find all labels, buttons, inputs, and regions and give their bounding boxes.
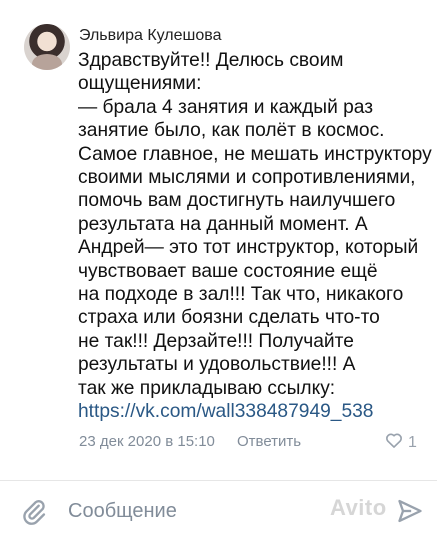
- message-composer: Сообщение Avito: [0, 480, 437, 540]
- comment-line: помочь вам достигнуть наилучшего: [78, 190, 396, 212]
- message-input[interactable]: Сообщение: [68, 500, 177, 523]
- comment-line: результата на данный момент. А: [78, 213, 368, 235]
- comment-line: — брала 4 занятия и каждый раз: [78, 96, 374, 118]
- comment-date: 23 дек 2020 в 15:10: [79, 433, 215, 450]
- reply-button[interactable]: Ответить: [237, 433, 301, 450]
- comment: Эльвира Кулешова Здравствуйте!! Делюсь с…: [0, 0, 437, 470]
- comment-line: страха или боязни сделать что-то: [78, 307, 380, 329]
- send-icon[interactable]: [396, 497, 424, 525]
- comment-line: результаты и удовольствие!!! А: [78, 354, 356, 376]
- comment-line: чувствовает ваше состояние ещё: [78, 260, 378, 282]
- comment-line: Андрей— это тот инструктор, который: [78, 237, 419, 259]
- avatar[interactable]: [24, 24, 70, 70]
- paperclip-icon[interactable]: [20, 497, 48, 525]
- comment-line: ощущениями:: [78, 73, 202, 95]
- like-count: 1: [408, 433, 417, 451]
- like-button[interactable]: 1: [384, 430, 417, 455]
- comment-text: Здравствуйте!! Делюсь своим ощущениями: …: [78, 49, 432, 424]
- comment-link[interactable]: https://vk.com/wall338487949_538: [78, 400, 430, 423]
- comment-line: Здравствуйте!! Делюсь своим: [78, 50, 344, 71]
- comment-author[interactable]: Эльвира Кулешова: [79, 27, 221, 45]
- watermark-logo: Avito: [330, 495, 387, 520]
- heart-icon: [384, 430, 404, 455]
- comment-line: на подходе в зал!!! Так что, никакого: [78, 284, 404, 306]
- comment-line: не так!!! Дерзайте!!! Получайте: [78, 330, 354, 352]
- comment-line: Самое главное, не мешать инструктору: [78, 143, 432, 165]
- comment-line: так же прикладываю ссылку:: [78, 377, 336, 399]
- comment-line: занятие было, как полёт в космос.: [78, 120, 385, 142]
- comment-line: своими мыслями и сопротивлениями,: [78, 167, 416, 189]
